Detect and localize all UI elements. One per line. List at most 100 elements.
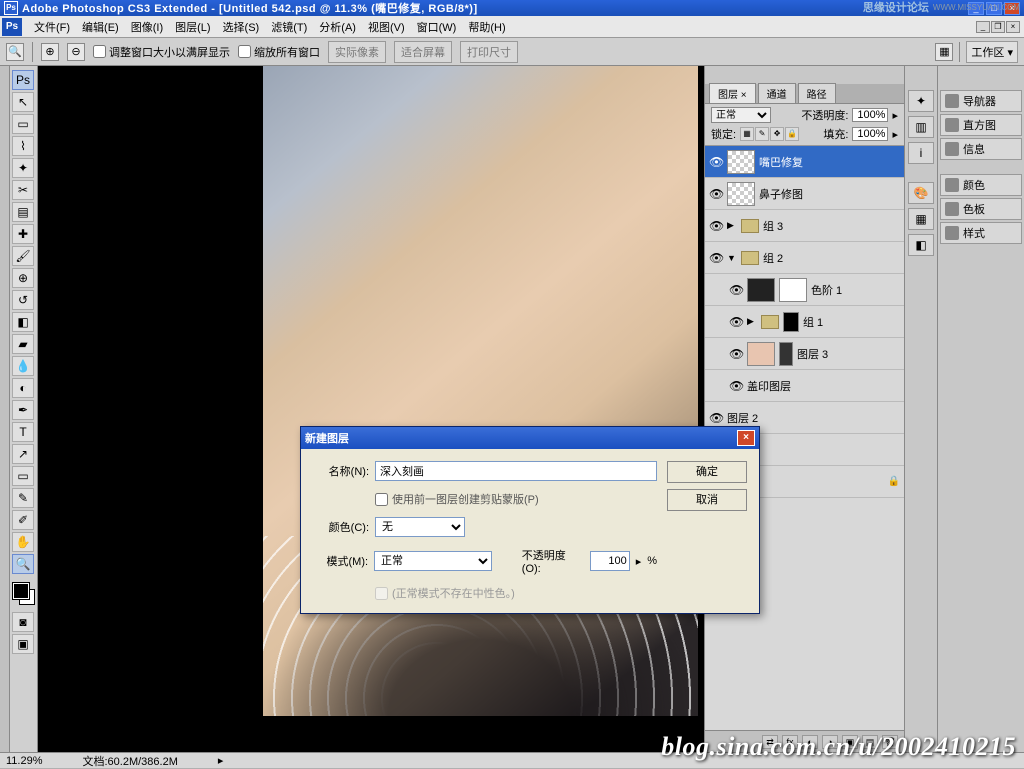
screenmode-tool[interactable]: ▣	[12, 634, 34, 654]
menu-help[interactable]: 帮助(H)	[462, 16, 511, 38]
type-tool[interactable]: T	[12, 422, 34, 442]
layer-stamp[interactable]: 👁盖印图层	[705, 370, 904, 402]
histogram-icon	[945, 118, 959, 132]
zoom-tool[interactable]: 🔍	[12, 554, 34, 574]
color-collapsed-icon[interactable]: 🎨	[908, 182, 934, 204]
fill-value[interactable]: 100%	[852, 127, 888, 141]
menu-edit[interactable]: 编辑(E)	[76, 16, 125, 38]
canvas[interactable]	[38, 66, 704, 752]
notes-tool[interactable]: ✎	[12, 488, 34, 508]
tab-channels[interactable]: 通道	[758, 83, 796, 103]
panel-histogram[interactable]: 直方图	[940, 114, 1022, 136]
blend-mode-select[interactable]: 正常	[711, 107, 771, 123]
opacity-input[interactable]	[590, 551, 630, 571]
zoom-all-checkbox[interactable]: 缩放所有窗口	[238, 44, 320, 60]
styles-icon	[945, 226, 959, 240]
mode-select[interactable]: 正常	[374, 551, 492, 571]
doc-close-button[interactable]: ×	[1006, 21, 1020, 33]
visibility-icon[interactable]: 👁	[729, 379, 743, 393]
group-2[interactable]: 👁▼组 2	[705, 242, 904, 274]
layer-3[interactable]: 👁图层 3	[705, 338, 904, 370]
group-1[interactable]: 👁▶组 1	[705, 306, 904, 338]
quickmask-tool[interactable]: ◙	[12, 612, 34, 632]
menu-analysis[interactable]: 分析(A)	[313, 16, 362, 38]
menu-image[interactable]: 图像(I)	[125, 16, 169, 38]
zoom-out-icon[interactable]: ⊖	[67, 43, 85, 61]
dialog-close-button[interactable]: ×	[737, 430, 755, 446]
clip-mask-checkbox[interactable]: 使用前一图层创建剪贴蒙版(P)	[375, 491, 657, 507]
marquee-tool[interactable]: ▭	[12, 114, 34, 134]
brush-tool[interactable]: 🖌	[12, 246, 34, 266]
print-size-button[interactable]: 打印尺寸	[460, 41, 518, 63]
swatch-collapsed-icon[interactable]: ▦	[908, 208, 934, 230]
visibility-icon[interactable]: 👁	[729, 315, 743, 329]
zoom-in-icon[interactable]: ⊕	[41, 43, 59, 61]
doc-size[interactable]: 文档:60.2M/386.2M	[83, 753, 178, 769]
color-swatches[interactable]	[12, 582, 35, 610]
actual-pixels-button[interactable]: 实际像素	[328, 41, 386, 63]
color-select[interactable]: 无	[375, 517, 465, 537]
history-brush-tool[interactable]: ↺	[12, 290, 34, 310]
slice-tool[interactable]: ▤	[12, 202, 34, 222]
menu-file[interactable]: 文件(F)	[28, 16, 76, 38]
heal-tool[interactable]: ✚	[12, 224, 34, 244]
folder-icon	[761, 315, 779, 329]
menu-window[interactable]: 窗口(W)	[411, 16, 463, 38]
eyedropper-tool[interactable]: ✐	[12, 510, 34, 530]
resize-window-checkbox[interactable]: 调整窗口大小以满屏显示	[93, 44, 230, 60]
panel-swatches[interactable]: 色板	[940, 198, 1022, 220]
fit-screen-button[interactable]: 适合屏幕	[394, 41, 452, 63]
group-3[interactable]: 👁▶组 3	[705, 210, 904, 242]
cancel-button[interactable]: 取消	[667, 489, 747, 511]
hand-tool[interactable]: ✋	[12, 532, 34, 552]
wand-tool[interactable]: ✦	[12, 158, 34, 178]
tab-paths[interactable]: 路径	[798, 83, 836, 103]
zoom-tool-icon[interactable]: 🔍	[6, 43, 24, 61]
opacity-value[interactable]: 100%	[852, 108, 888, 122]
visibility-icon[interactable]: 👁	[729, 347, 743, 361]
ok-button[interactable]: 确定	[667, 461, 747, 483]
visibility-icon[interactable]: 👁	[709, 251, 723, 265]
menu-layer[interactable]: 图层(L)	[169, 16, 216, 38]
menu-view[interactable]: 视图(V)	[362, 16, 411, 38]
panel-navigator[interactable]: 导航器	[940, 90, 1022, 112]
move-tool[interactable]: ↖	[12, 92, 34, 112]
visibility-icon[interactable]: 👁	[709, 155, 723, 169]
go-bridge-icon[interactable]: ▦	[935, 43, 953, 61]
layer-name-input[interactable]	[375, 461, 657, 481]
layer-lip-fix[interactable]: 👁嘴巴修复	[705, 146, 904, 178]
panel-color[interactable]: 颜色	[940, 174, 1022, 196]
tab-layers[interactable]: 图层 ×	[709, 83, 756, 103]
menu-filter[interactable]: 滤镜(T)	[265, 16, 313, 38]
lock-icons[interactable]: ▦✎✥🔒	[740, 127, 800, 141]
visibility-icon[interactable]: 👁	[729, 283, 743, 297]
visibility-icon[interactable]: 👁	[709, 219, 723, 233]
workspace-dropdown[interactable]: 工作区 ▾	[966, 41, 1018, 63]
panel-styles[interactable]: 样式	[940, 222, 1022, 244]
layer-levels1[interactable]: 👁色阶 1	[705, 274, 904, 306]
shape-tool[interactable]: ▭	[12, 466, 34, 486]
doc-minimize-button[interactable]: _	[976, 21, 990, 33]
blur-tool[interactable]: 💧	[12, 356, 34, 376]
dialog-titlebar[interactable]: 新建图层 ×	[301, 427, 759, 449]
zoom-level[interactable]: 11.29%	[6, 755, 43, 767]
info-collapsed-icon[interactable]: i	[908, 142, 934, 164]
path-tool[interactable]: ↗	[12, 444, 34, 464]
layer-nose-fix[interactable]: 👁鼻子修图	[705, 178, 904, 210]
gradient-tool[interactable]: ▰	[12, 334, 34, 354]
menu-select[interactable]: 选择(S)	[217, 16, 266, 38]
nav-collapsed-icon[interactable]: ✦	[908, 90, 934, 112]
dodge-tool[interactable]: ◐	[12, 378, 34, 398]
eraser-tool[interactable]: ◧	[12, 312, 34, 332]
visibility-icon[interactable]: 👁	[709, 187, 723, 201]
lasso-tool[interactable]: ⌇	[12, 136, 34, 156]
pen-tool[interactable]: ✒	[12, 400, 34, 420]
stamp-tool[interactable]: ⊕	[12, 268, 34, 288]
crop-tool[interactable]: ✂	[12, 180, 34, 200]
doc-restore-button[interactable]: ❐	[991, 21, 1005, 33]
panel-info[interactable]: 信息	[940, 138, 1022, 160]
foreground-color[interactable]	[13, 583, 29, 599]
hist-collapsed-icon[interactable]: ▥	[908, 116, 934, 138]
style-collapsed-icon[interactable]: ◧	[908, 234, 934, 256]
visibility-icon[interactable]: 👁	[709, 411, 723, 425]
